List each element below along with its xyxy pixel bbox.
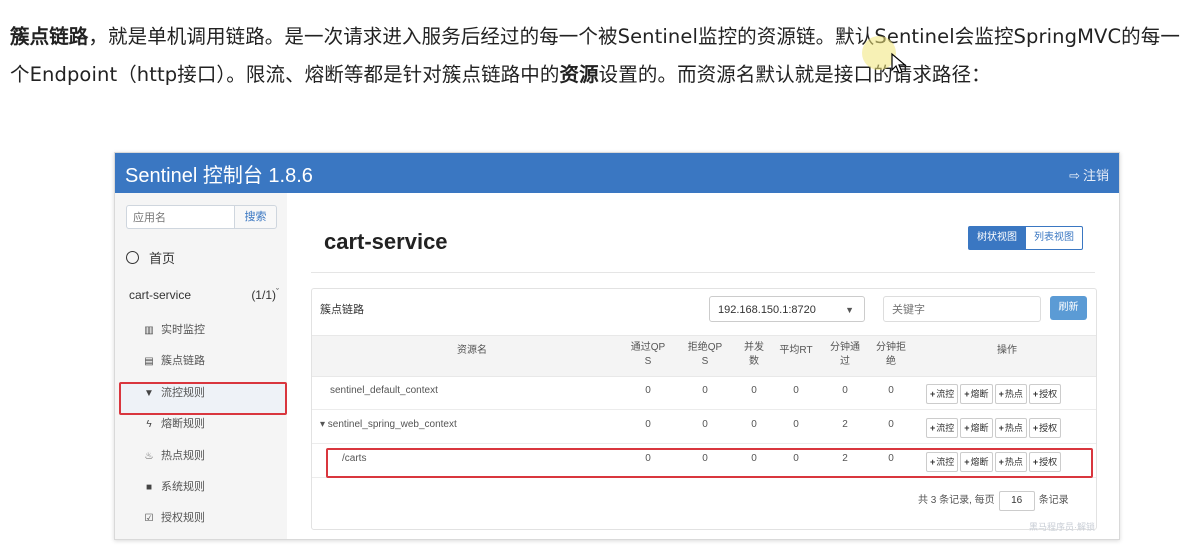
col-minute-block: 分钟拒绝 — [876, 342, 906, 367]
top-bar: Sentinel 控制台 1.8.6 ⇨ 注销 — [115, 153, 1119, 193]
sidebar-item-home[interactable]: 首页 — [126, 248, 175, 267]
sidebar-item-degrade-rules[interactable]: ϟ 熔断规则 — [143, 415, 205, 431]
sentinel-console-window: Sentinel 控制台 1.8.6 ⇨注销 搜索 首页 cart-servic… — [114, 152, 1120, 540]
refresh-button[interactable]: 刷新 — [1050, 296, 1087, 320]
col-block-qps: 拒绝QP S — [687, 342, 723, 367]
hotspot-rule-button[interactable]: +热点 — [994, 418, 1027, 438]
pass-qps: 0 — [645, 419, 651, 430]
intro-text-2: 设置的。而资源名默认就是接口的请求路径： — [598, 63, 991, 86]
minute-block: 0 — [888, 419, 894, 430]
fire-icon: ♨ — [144, 451, 154, 462]
intro-paragraph: 簇点链路，就是单机调用链路。是一次请求进入服务后经过的每一个被Sentinel监… — [10, 18, 1190, 94]
records-label: 条记录 — [1038, 495, 1069, 506]
degrade-rule-button[interactable]: +熔断 — [960, 384, 993, 404]
resource-name: ▾ sentinel_spring_web_context — [320, 419, 457, 430]
lock-icon: ■ — [145, 482, 153, 493]
concurrency: 0 — [751, 419, 757, 430]
page-title: cart-service — [324, 229, 448, 254]
main-content: cart-service 树状视图 列表视图 簇点链路 192.168.150.1… — [287, 193, 1119, 539]
avg-rt: 0 — [793, 419, 799, 430]
minute-pass: 0 — [842, 385, 848, 396]
record-count: 共 3 条记录, 每页 — [918, 495, 995, 506]
chevron-down-icon: ˇ — [276, 287, 279, 297]
sidebar-app-group[interactable]: cart-service (1/1)ˇ — [129, 287, 279, 302]
pagination-footer: 共 3 条记录, 每页 16 条记录 — [918, 491, 1069, 511]
panel-title: 簇点链路 — [320, 304, 364, 316]
logout-icon: ⇨ — [1069, 168, 1080, 183]
keyword-field[interactable] — [883, 296, 1041, 323]
list-view-button[interactable]: 列表视图 — [1026, 226, 1083, 250]
col-minute-pass: 分钟通过 — [830, 342, 860, 367]
app-title: Sentinel 控制台 1.8.6 — [125, 165, 313, 187]
table-row[interactable]: ▾ sentinel_spring_web_context 0 0 0 0 2 … — [312, 410, 1096, 444]
resource-name: sentinel_default_context — [330, 385, 438, 396]
search-button[interactable]: 搜索 — [234, 205, 277, 229]
degrade-rule-button[interactable]: +熔断 — [960, 418, 993, 438]
page-size-input[interactable]: 16 — [998, 491, 1035, 511]
app-name: cart-service — [129, 288, 192, 302]
col-ops: 操作 — [997, 345, 1017, 356]
flow-rule-button[interactable]: +流控 — [926, 418, 959, 438]
divider — [311, 272, 1095, 273]
avg-rt: 0 — [793, 385, 799, 396]
block-qps: 0 — [702, 385, 708, 396]
mouse-cursor-icon — [891, 52, 907, 74]
carts-row-highlight — [326, 448, 1093, 478]
auth-rule-button[interactable]: +授权 — [1028, 418, 1062, 438]
intro-bold-resource: 资源 — [559, 63, 599, 86]
sidebar-item-cluster-link[interactable]: ▤ 簇点链路 — [143, 352, 205, 368]
machine-select-value: 192.168.150.1:8720 — [718, 304, 816, 316]
app-machine-count: (1/1)ˇ — [251, 287, 279, 302]
col-resource-name: 资源名 — [457, 345, 487, 356]
logout-label: 注销 — [1082, 168, 1109, 183]
view-toggle: 树状视图 列表视图 — [968, 225, 1083, 250]
tree-view-button[interactable]: 树状视图 — [968, 226, 1026, 250]
sidebar-item-hotspot-rules[interactable]: ♨ 热点规则 — [143, 447, 205, 463]
pass-qps: 0 — [645, 385, 651, 396]
list-icon: ▤ — [144, 356, 154, 367]
table-header: 资源名 通过QP S 拒绝QP S 并发数 平均RT 分钟通过 分钟拒绝 操作 — [312, 335, 1096, 377]
concurrency: 0 — [751, 385, 757, 396]
app-search-input[interactable] — [127, 208, 233, 228]
machine-select[interactable]: 192.168.150.1:8720 ▼ — [709, 296, 865, 322]
bar-chart-icon: ▥ — [144, 325, 154, 336]
intro-bold-cluster: 簇点链路 — [10, 25, 89, 48]
sidebar: 搜索 首页 cart-service (1/1)ˇ ▥实时监控 ▤簇点链路 ▼流… — [115, 193, 287, 539]
clock-icon — [126, 251, 139, 264]
minute-pass: 2 — [842, 419, 848, 430]
row-actions: +流控 +熔断 +热点 +授权 — [926, 382, 1063, 404]
cluster-link-panel: 簇点链路 192.168.150.1:8720 ▼ 刷新 资源名 通过QPS 拒绝… — [311, 288, 1097, 530]
row-actions: +流控 +熔断 +热点 +授权 — [926, 416, 1063, 438]
keyword-input[interactable] — [884, 297, 1034, 323]
auth-rule-button[interactable]: +授权 — [1028, 384, 1062, 404]
filter-icon: ▼ — [144, 388, 154, 399]
sidebar-item-system-rules[interactable]: ■ 系统规则 — [143, 478, 205, 494]
caret-down-icon: ▼ — [845, 305, 854, 315]
watermark: 黑马程序员·解锁 — [1029, 522, 1095, 532]
sidebar-item-realtime[interactable]: ▥ 实时监控 — [143, 321, 205, 337]
col-pass-qps: 通过QP S — [630, 342, 666, 367]
col-concurrency: 并发数 — [744, 342, 764, 367]
app-search-field[interactable] — [126, 205, 236, 229]
bolt-icon: ϟ — [146, 419, 152, 430]
sidebar-item-auth-rules[interactable]: ☑ 授权规则 — [143, 509, 205, 525]
hotspot-rule-button[interactable]: +热点 — [994, 384, 1027, 404]
check-icon: ☑ — [144, 513, 154, 524]
block-qps: 0 — [702, 419, 708, 430]
table-row: sentinel_default_context 0 0 0 0 0 0 +流控… — [312, 376, 1096, 410]
home-label: 首页 — [149, 251, 176, 266]
col-avg-rt: 平均RT — [779, 345, 813, 356]
logout-button[interactable]: ⇨ 注销 — [1069, 165, 1109, 184]
minute-block: 0 — [888, 385, 894, 396]
sidebar-item-flow-rules[interactable]: ▼ 流控规则 — [143, 384, 205, 400]
flow-rule-button[interactable]: +流控 — [926, 384, 959, 404]
